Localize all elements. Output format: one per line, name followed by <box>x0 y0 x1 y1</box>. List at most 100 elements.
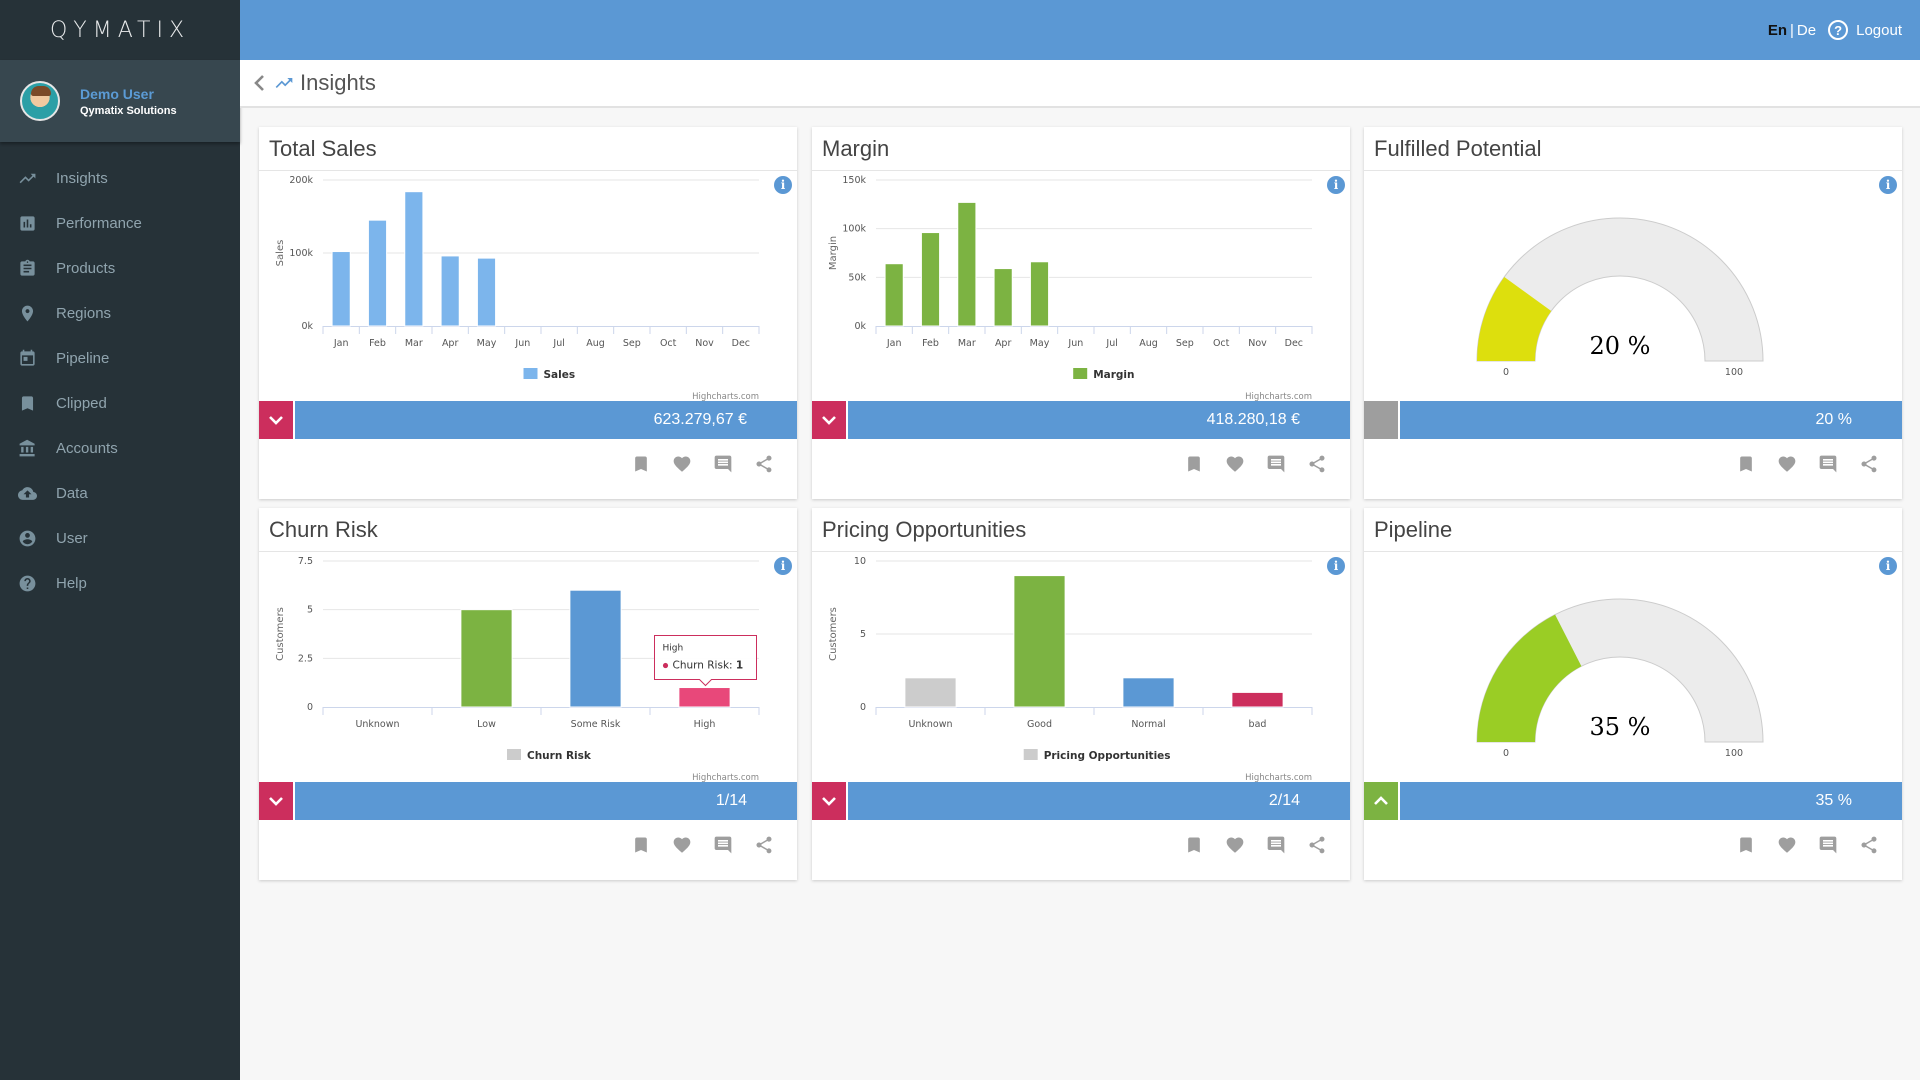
bar-high <box>678 687 731 708</box>
chevron-left-icon <box>254 75 264 91</box>
comment-button[interactable] <box>712 834 734 856</box>
sidebar-item-label: Clipped <box>56 395 107 412</box>
info-icon[interactable]: i <box>1327 557 1345 575</box>
comment-button[interactable] <box>1817 834 1839 856</box>
kpi-toggle-button[interactable] <box>259 782 295 820</box>
sidebar-item-help[interactable]: Help <box>0 561 240 606</box>
legend-swatch <box>1073 368 1088 379</box>
clip-button[interactable] <box>1183 834 1205 856</box>
like-button[interactable] <box>671 453 693 475</box>
comment-button[interactable] <box>1265 834 1287 856</box>
kpi-bar: 418.280,18 € <box>812 401 1350 439</box>
info-icon[interactable]: i <box>774 557 792 575</box>
card-chart: 0 2.5 5 7.5 Unknown Low Some Risk High Customers… <box>259 552 797 782</box>
kpi-toggle-button[interactable] <box>812 782 848 820</box>
back-button[interactable] <box>250 71 268 95</box>
x-tick-label: Dec <box>732 338 750 349</box>
y-tick-label: 0 <box>860 702 866 713</box>
comment-icon <box>1819 455 1837 473</box>
share-button[interactable] <box>1306 453 1328 475</box>
language-en-link[interactable]: En <box>1768 22 1787 39</box>
bookmark-icon <box>1740 456 1752 472</box>
chart-svg: 35 % 0 100 <box>1476 598 1764 759</box>
y-tick-label: 5 <box>860 629 866 640</box>
sidebar-item-accounts[interactable]: Accounts <box>0 426 240 471</box>
bar-some-risk <box>569 589 622 708</box>
kpi-toggle-button[interactable] <box>812 401 848 439</box>
clip-button[interactable] <box>630 453 652 475</box>
y-tick-label: 7.5 <box>298 556 313 567</box>
bar-jan <box>884 263 904 327</box>
card-chart: 0k 50k 100k 150k Jan Feb Mar Apr May Jun Jul Aug Sep… <box>812 171 1350 401</box>
share-button[interactable] <box>1858 834 1880 856</box>
like-button[interactable] <box>1776 834 1798 856</box>
card-pricing-opportunities: Pricing Opportunities 0 5 10 Unknown Good Nor… <box>812 508 1350 880</box>
comment-button[interactable] <box>1265 453 1287 475</box>
logout-link[interactable]: Logout <box>1856 22 1902 39</box>
sidebar-item-user[interactable]: User <box>0 516 240 561</box>
sidebar-item-label: Pipeline <box>56 350 110 367</box>
bank-icon <box>17 439 37 459</box>
info-icon[interactable]: i <box>1879 176 1897 194</box>
share-icon <box>1861 455 1877 473</box>
user-profile[interactable]: Demo User Qymatix Solutions <box>0 60 240 142</box>
card-actions <box>812 820 1350 870</box>
clip-button[interactable] <box>1183 453 1205 475</box>
comment-button[interactable] <box>1817 453 1839 475</box>
clip-button[interactable] <box>1735 834 1757 856</box>
comment-icon <box>714 836 732 854</box>
x-tick-label: Feb <box>922 338 939 349</box>
info-icon[interactable]: i <box>1327 176 1345 194</box>
sidebar-item-performance[interactable]: Performance <box>0 201 240 246</box>
y-axis-title: Customers <box>828 607 839 661</box>
sidebar-item-data[interactable]: Data <box>0 471 240 516</box>
sidebar-item-label: Data <box>56 485 88 502</box>
like-button[interactable] <box>671 834 693 856</box>
info-icon[interactable]: i <box>1879 557 1897 575</box>
comment-icon <box>714 455 732 473</box>
sidebar-item-products[interactable]: Products <box>0 246 240 291</box>
kpi-toggle-button[interactable] <box>1364 782 1400 820</box>
info-icon[interactable]: i <box>774 176 792 194</box>
app-logo[interactable]: QYMATIX <box>0 0 240 60</box>
share-button[interactable] <box>1858 453 1880 475</box>
y-tick-label: 0k <box>854 321 866 332</box>
chevron-down-icon <box>822 416 836 425</box>
share-button[interactable] <box>753 453 775 475</box>
like-button[interactable] <box>1776 453 1798 475</box>
card-title: Total Sales <box>259 127 797 171</box>
share-button[interactable] <box>753 834 775 856</box>
help-icon[interactable]: ? <box>1828 20 1849 40</box>
clip-button[interactable] <box>1735 453 1757 475</box>
like-button[interactable] <box>1224 453 1246 475</box>
language-de-link[interactable]: De <box>1797 22 1816 39</box>
tooltip-marker <box>662 662 669 669</box>
comment-icon <box>1267 455 1285 473</box>
x-tick-label: Nov <box>695 338 714 349</box>
y-tick-label: 10 <box>854 556 866 567</box>
sidebar-item-pipeline[interactable]: Pipeline <box>0 336 240 381</box>
bar-apr <box>993 268 1013 327</box>
x-tick-label: bad <box>1249 719 1267 730</box>
bookmark-icon <box>635 456 647 472</box>
x-tick-label: Normal <box>1131 719 1165 730</box>
bar-bad <box>1231 691 1284 708</box>
comment-icon <box>1267 836 1285 854</box>
kpi-toggle-button[interactable] <box>259 401 295 439</box>
highcharts-credit: Highcharts.com <box>692 392 759 401</box>
sidebar-item-insights[interactable]: Insights <box>0 156 240 201</box>
comment-button[interactable] <box>712 453 734 475</box>
sidebar-item-clipped[interactable]: Clipped <box>0 381 240 426</box>
gauge-value-label: 20 % <box>1590 332 1651 360</box>
like-button[interactable] <box>1224 834 1246 856</box>
clip-button[interactable] <box>630 834 652 856</box>
sidebar-item-regions[interactable]: Regions <box>0 291 240 336</box>
share-button[interactable] <box>1306 834 1328 856</box>
legend-label: Pricing Opportunities <box>1044 750 1171 762</box>
bar-mar <box>957 201 977 327</box>
legend-swatch <box>1023 749 1038 760</box>
user-organization: Qymatix Solutions <box>80 104 177 117</box>
y-tick-label: 150k <box>842 175 866 186</box>
x-tick-label: Dec <box>1285 338 1303 349</box>
kpi-toggle-button[interactable] <box>1364 401 1400 439</box>
